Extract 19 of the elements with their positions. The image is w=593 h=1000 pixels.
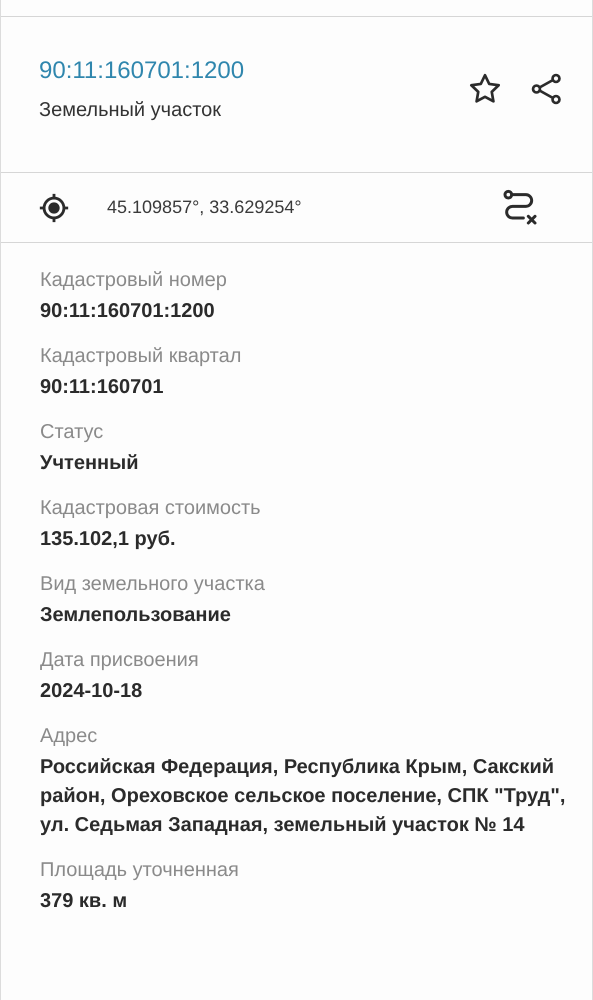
- field-label: Кадастровый номер: [40, 268, 228, 293]
- field-value: 135.102,1 руб.: [40, 527, 177, 552]
- field-label: Кадастровый квартал: [40, 344, 242, 369]
- field-value: 2024-10-18: [40, 679, 144, 704]
- field-label: Кадастровая стоимость: [40, 496, 262, 521]
- object-type: Земельный участок: [39, 98, 222, 122]
- field-label: Вид земельного участка: [40, 572, 266, 597]
- field-label: Дата присвоения: [40, 648, 200, 673]
- field-value: 379 кв. м: [40, 889, 128, 914]
- field-label: Статус: [40, 420, 104, 445]
- coordinates: 45.109857°, 33.629254°: [107, 196, 303, 219]
- field-label: Площадь уточненная: [40, 858, 240, 883]
- field-value: 90:11:160701:1200: [40, 299, 216, 324]
- field-value: Землепользование: [40, 603, 232, 628]
- cadastral-title: 90:11:160701:1200: [39, 56, 244, 86]
- field-label: Адрес: [40, 724, 98, 749]
- field-value: Российская Федерация, Республика Крым, Сакский район, Ореховское сельское поселение, СПК "Труд", ул. Седьмая Западная, земельный участок № 14: [40, 755, 566, 838]
- field-value: 90:11:160701: [40, 375, 164, 400]
- field-value: Учтенный: [40, 451, 140, 476]
